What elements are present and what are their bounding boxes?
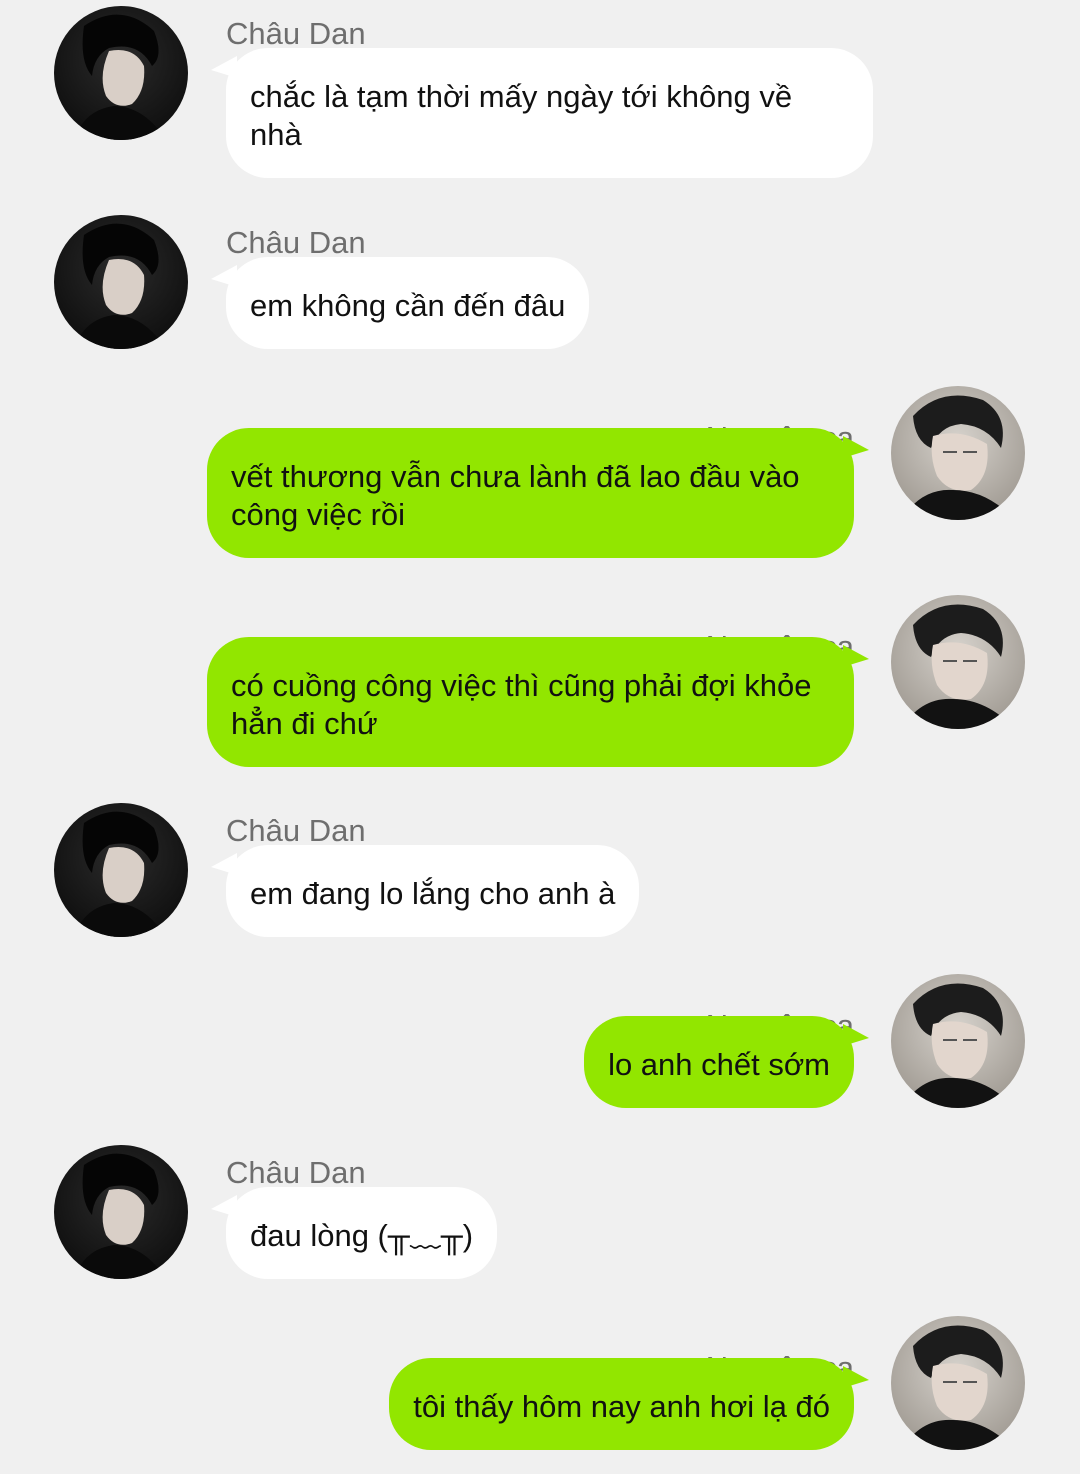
avatar-image bbox=[891, 595, 1025, 729]
message-bubble[interactable]: tôi thấy hôm nay anh hơi lạ đó bbox=[389, 1358, 854, 1450]
message-bubble[interactable]: lo anh chết sớm bbox=[584, 1016, 854, 1108]
avatar-image bbox=[54, 1145, 188, 1279]
avatar-image bbox=[54, 215, 188, 349]
nguyen-ca-avatar[interactable] bbox=[891, 1316, 1025, 1450]
sender-name: Châu Dan bbox=[226, 225, 366, 260]
message-bubble[interactable]: có cuồng công việc thì cũng phải đợi khỏ… bbox=[207, 637, 854, 767]
chau-dan-avatar[interactable] bbox=[54, 1145, 188, 1279]
avatar-image bbox=[54, 6, 188, 140]
message-bubble[interactable]: em đang lo lắng cho anh à bbox=[226, 845, 640, 937]
message-bubble[interactable]: chắc là tạm thời mấy ngày tới không về n… bbox=[226, 48, 873, 178]
nguyen-ca-avatar[interactable] bbox=[891, 974, 1025, 1108]
avatar-image bbox=[891, 386, 1025, 520]
message-bubble[interactable]: vết thương vẫn chưa lành đã lao đầu vào … bbox=[207, 428, 854, 558]
avatar-image bbox=[891, 1316, 1025, 1450]
avatar-image bbox=[891, 974, 1025, 1108]
sender-name: Châu Dan bbox=[226, 1155, 366, 1190]
chau-dan-avatar[interactable] bbox=[54, 803, 188, 937]
nguyen-ca-avatar[interactable] bbox=[891, 386, 1025, 520]
message-bubble[interactable]: đau lòng (╥﹏╥) bbox=[226, 1187, 498, 1279]
nguyen-ca-avatar[interactable] bbox=[891, 595, 1025, 729]
chau-dan-avatar[interactable] bbox=[54, 6, 188, 140]
chau-dan-avatar[interactable] bbox=[54, 215, 188, 349]
message-bubble[interactable]: em không cần đến đâu bbox=[226, 257, 590, 349]
sender-name: Châu Dan bbox=[226, 813, 366, 848]
avatar-image bbox=[54, 803, 188, 937]
sender-name: Châu Dan bbox=[226, 16, 366, 51]
